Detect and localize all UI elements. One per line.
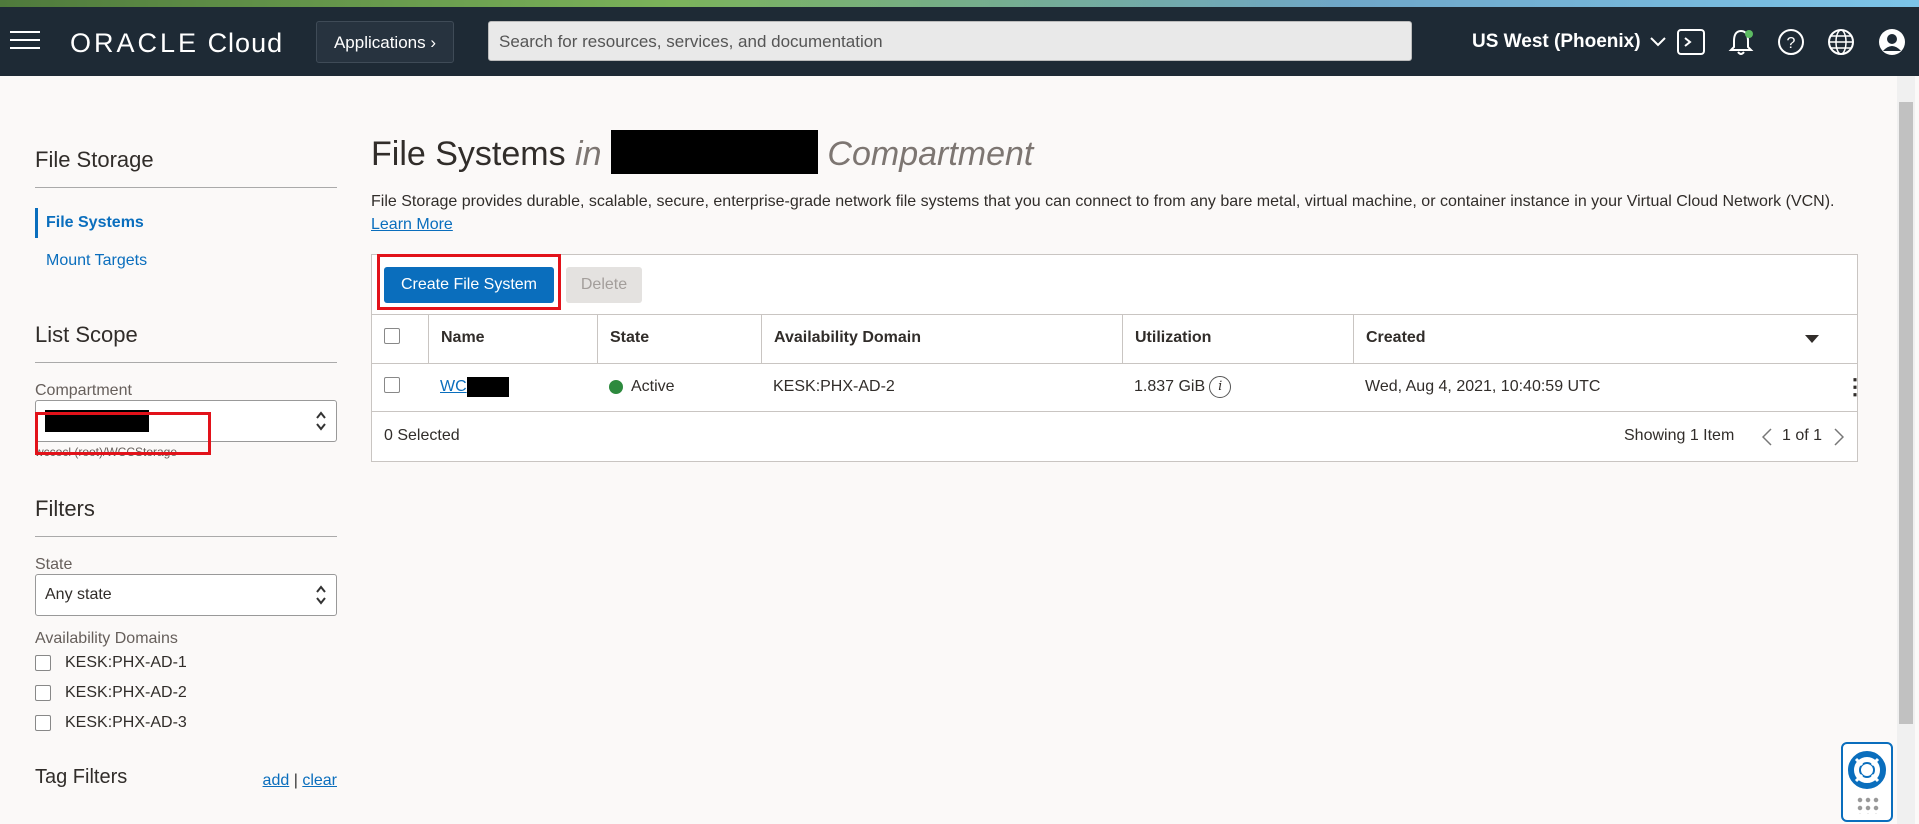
- svg-text:?: ?: [1787, 35, 1796, 52]
- cloud-shell-icon[interactable]: [1676, 27, 1706, 57]
- bell-icon[interactable]: [1726, 27, 1756, 57]
- chevron-right-icon[interactable]: [1834, 428, 1844, 446]
- availability-domains-label: Availability Domains: [35, 630, 178, 647]
- applications-button[interactable]: Applications ›: [316, 21, 454, 63]
- top-navigation-bar: ORACLE Cloud Applications › Search for r…: [0, 7, 1919, 76]
- tag-clear-link[interactable]: clear: [302, 772, 337, 789]
- column-header-state[interactable]: State: [597, 315, 761, 363]
- row-checkbox[interactable]: [384, 377, 400, 394]
- chevron-left-icon[interactable]: [1762, 428, 1772, 446]
- tag-add-link[interactable]: add: [263, 772, 290, 789]
- chevron-down-icon: [1650, 37, 1666, 47]
- ad-filter-item[interactable]: KESK:PHX-AD-3: [35, 708, 337, 738]
- ad-filter-item[interactable]: KESK:PHX-AD-2: [35, 678, 337, 708]
- description-text: File Storage provides durable, scalable,…: [371, 193, 1835, 210]
- ad-filter-label: KESK:PHX-AD-3: [65, 714, 187, 731]
- table-row: WC Active KESK:PHX-AD-2 1.837 GiB i Wed, …: [372, 363, 1866, 412]
- showing-count: Showing 1 Item: [1624, 427, 1735, 444]
- redacted-name: [466, 376, 509, 397]
- column-header-availability-domain[interactable]: Availability Domain: [761, 315, 1122, 363]
- select-arrows-icon: [316, 411, 326, 431]
- redacted-compartment-name: [610, 130, 818, 175]
- info-icon[interactable]: i: [1209, 375, 1232, 398]
- region-selector[interactable]: US West (Phoenix): [1472, 31, 1666, 53]
- logo-product: Cloud: [207, 28, 284, 58]
- row-utilization-cell: 1.837 GiB i: [1122, 363, 1353, 411]
- page-title-text: File Systems: [371, 135, 566, 173]
- help-icon[interactable]: ?: [1776, 27, 1806, 57]
- column-header-utilization[interactable]: Utilization: [1122, 315, 1353, 363]
- search-input[interactable]: Search for resources, services, and docu…: [488, 21, 1412, 61]
- region-label: US West (Phoenix): [1472, 31, 1641, 52]
- tag-separator: |: [293, 772, 298, 789]
- profile-icon[interactable]: [1877, 27, 1907, 57]
- select-all-cell: [372, 315, 428, 363]
- drag-handle-icon[interactable]: [1856, 796, 1880, 814]
- accent-strip: [0, 0, 1919, 7]
- lifebuoy-icon: [1848, 751, 1886, 789]
- page-title-compartment: Compartment: [827, 135, 1034, 173]
- selected-count: 0 Selected: [384, 427, 460, 444]
- oracle-cloud-logo[interactable]: ORACLE Cloud: [70, 28, 283, 59]
- column-header-name[interactable]: Name: [428, 315, 597, 363]
- checkbox[interactable]: [35, 654, 51, 671]
- sidebar-title: File Storage: [35, 147, 337, 188]
- row-state: Active: [631, 378, 675, 395]
- row-name-cell: WC: [428, 363, 597, 411]
- state-select[interactable]: Any state: [35, 574, 337, 616]
- scrollbar-thumb[interactable]: [1899, 102, 1913, 724]
- checkbox[interactable]: [35, 714, 51, 731]
- select-all-checkbox[interactable]: [384, 328, 400, 345]
- highlight-compartment: [35, 412, 211, 455]
- search-placeholder: Search for resources, services, and docu…: [499, 32, 883, 51]
- file-systems-table-panel: Create File System Delete Name State Ava…: [371, 254, 1866, 462]
- learn-more-link[interactable]: Learn More: [371, 216, 453, 233]
- status-active-icon: [609, 379, 623, 394]
- column-header-created-label: Created: [1366, 329, 1426, 346]
- delete-button: Delete: [566, 267, 642, 303]
- table-header: Name State Availability Domain Utilizati…: [372, 314, 1857, 364]
- tag-filters-title: Tag Filters: [35, 766, 128, 788]
- row-created: Wed, Aug 4, 2021, 10:40:59 UTC: [1365, 378, 1601, 395]
- state-filter-label: State: [35, 556, 73, 573]
- checkbox[interactable]: [35, 684, 51, 701]
- chevron-right-icon: ›: [430, 33, 437, 52]
- row-availability-domain: KESK:PHX-AD-2: [773, 378, 895, 395]
- column-header-created[interactable]: Created: [1353, 315, 1857, 363]
- file-system-name-link[interactable]: WC: [440, 378, 467, 395]
- filters-title: Filters: [35, 496, 337, 537]
- logo-brand: ORACLE: [70, 28, 200, 58]
- sort-caret-icon[interactable]: [1805, 335, 1819, 343]
- page-title: File Systems in Compartment: [371, 130, 1858, 183]
- highlight-create-button: [377, 254, 561, 310]
- page-description: File Storage provides durable, scalable,…: [371, 190, 1858, 236]
- applications-label: Applications: [333, 33, 426, 52]
- select-arrows-icon: [316, 585, 326, 605]
- hamburger-icon[interactable]: [10, 31, 40, 53]
- row-state-cell: Active: [597, 363, 761, 411]
- main-content: File Systems in Compartment File Storage…: [371, 130, 1858, 236]
- page-title-in: in: [575, 135, 602, 173]
- pagination-label: 1 of 1: [1782, 427, 1823, 444]
- ad-filter-label: KESK:PHX-AD-1: [65, 654, 187, 671]
- row-utilization: 1.837 GiB: [1134, 378, 1206, 395]
- globe-icon[interactable]: [1826, 27, 1856, 57]
- ad-filter-item[interactable]: KESK:PHX-AD-1: [35, 648, 337, 678]
- sidebar-item-file-systems[interactable]: File Systems: [35, 208, 337, 238]
- help-widget[interactable]: [1841, 742, 1893, 822]
- kebab-icon[interactable]: ⋮: [1832, 363, 1866, 411]
- sidebar-item-mount-targets[interactable]: Mount Targets: [35, 238, 337, 276]
- list-scope-title: List Scope: [35, 322, 337, 363]
- row-select-cell: [372, 363, 428, 411]
- compartment-label: Compartment: [35, 382, 132, 399]
- state-select-value: Any state: [45, 586, 112, 603]
- tag-filters-row: Tag Filters add | clear: [35, 766, 337, 796]
- ad-filter-label: KESK:PHX-AD-2: [65, 684, 187, 701]
- table-footer: 0 Selected Showing 1 Item 1 of 1: [372, 412, 1857, 460]
